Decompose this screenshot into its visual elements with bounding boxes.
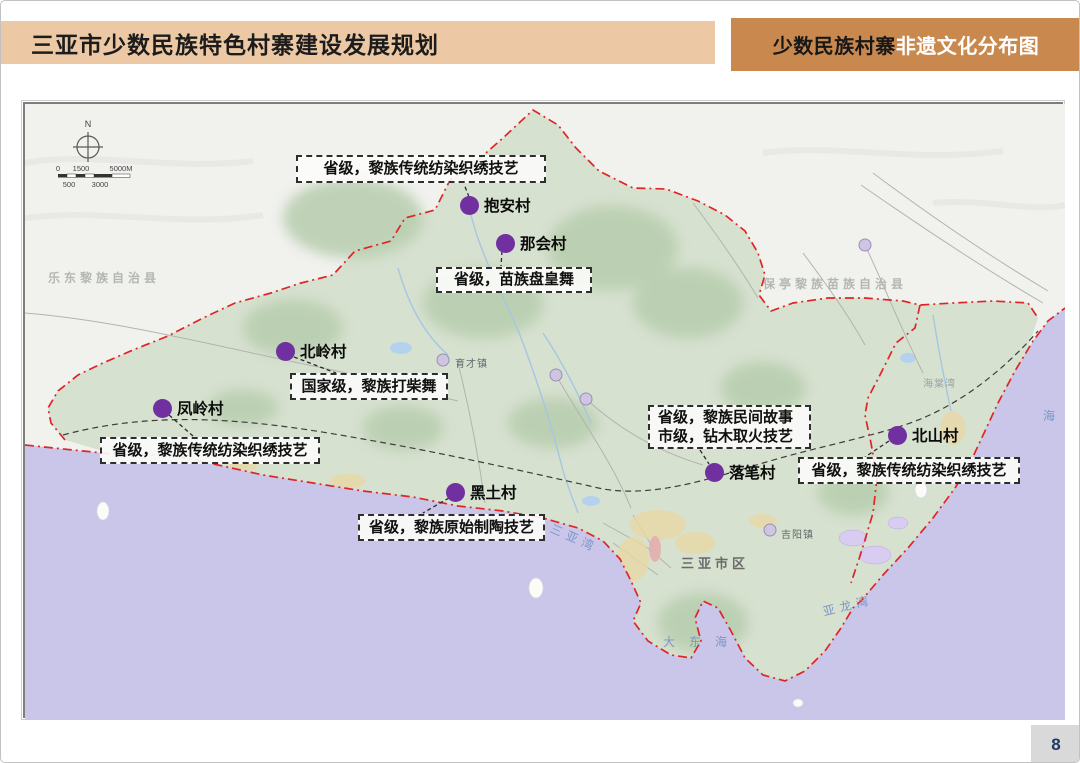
heritage-callout-line: 国家级，黎族打柴舞 <box>300 377 438 397</box>
region-label: 海棠湾 <box>923 375 956 390</box>
village-label: 北山村 <box>912 424 959 446</box>
region-label: 保亭黎族苗族自治县 <box>763 275 907 292</box>
village-marker-nahui: 那会村 <box>496 232 567 254</box>
heritage-callout-line: 省级，黎族传统纺染织绣技艺 <box>808 461 1010 481</box>
village-marker-beiling: 北岭村 <box>276 340 347 362</box>
village-dot-icon <box>888 426 907 445</box>
village-dot-icon <box>446 483 465 502</box>
region-label: 亚龙湾 <box>821 591 875 620</box>
region-label: 乐东黎族自治县 <box>48 269 160 286</box>
village-dot-icon <box>276 342 295 361</box>
heritage-callout: 省级，黎族原始制陶技艺 <box>358 514 545 541</box>
village-label: 那会村 <box>520 232 567 254</box>
header-bar: 三亚市少数民族特色村寨建设发展规划 <box>1 21 715 64</box>
region-label: 三亚市区 <box>681 553 749 572</box>
heritage-callout-line: 省级，黎族传统纺染织绣技艺 <box>306 159 536 179</box>
village-dot-icon <box>460 196 479 215</box>
village-marker-heitu: 黑土村 <box>446 481 517 503</box>
map-tag-box: 少数民族村寨非遗文化分布图 <box>731 18 1080 71</box>
village-label: 凤岭村 <box>177 397 224 419</box>
heritage-callout-line: 省级，黎族原始制陶技艺 <box>368 518 535 538</box>
heritage-callout-line: 市级，钻木取火技艺 <box>658 427 801 447</box>
heritage-callout: 省级，苗族盘皇舞 <box>436 267 592 293</box>
heritage-callout: 省级，黎族传统纺染织绣技艺 <box>100 437 320 464</box>
village-label: 落笔村 <box>729 461 776 483</box>
village-marker-fengling: 凤岭村 <box>153 397 224 419</box>
heritage-callout: 省级，黎族民间故事市级，钻木取火技艺 <box>648 405 811 449</box>
village-dot-icon <box>705 463 724 482</box>
village-label: 北岭村 <box>300 340 347 362</box>
page-number: 8 <box>1051 735 1060 755</box>
region-label: 三亚湾 <box>548 520 602 556</box>
region-label: 大东海 <box>663 633 741 650</box>
region-label: 吉阳镇 <box>781 526 814 541</box>
village-dot-icon <box>153 399 172 418</box>
heritage-callout: 省级，黎族传统纺染织绣技艺 <box>798 457 1020 484</box>
map-tag-prefix: 少数民族村寨 <box>773 30 896 59</box>
heritage-callout: 国家级，黎族打柴舞 <box>290 373 448 400</box>
village-marker-beishan: 北山村 <box>888 424 959 446</box>
village-label: 抱安村 <box>484 194 531 216</box>
map-canvas: N 0 1500 5000M 500 3000 乐东黎族自治县保亭黎族苗族自治县… <box>23 102 1063 718</box>
region-label: 海 <box>1043 407 1060 424</box>
village-label: 黑土村 <box>470 481 517 503</box>
page-number-badge: 8 <box>1031 725 1080 763</box>
heritage-callout: 省级，黎族传统纺染织绣技艺 <box>296 155 546 183</box>
heritage-callout-line: 省级，苗族盘皇舞 <box>446 270 582 290</box>
heritage-callout-line: 省级，黎族传统纺染织绣技艺 <box>110 441 310 461</box>
heritage-callout-line: 省级，黎族民间故事 <box>658 408 801 428</box>
village-marker-luobi: 落笔村 <box>705 461 776 483</box>
slide: 三亚市少数民族特色村寨建设发展规划 少数民族村寨非遗文化分布图 <box>0 0 1080 763</box>
map-overlay: 乐东黎族自治县保亭黎族苗族自治县三亚市区育才镇吉阳镇海棠湾三亚湾大东海亚龙湾海省… <box>25 104 1061 716</box>
map-tag-main: 非遗文化分布图 <box>896 30 1040 59</box>
village-dot-icon <box>496 234 515 253</box>
village-marker-baoan: 抱安村 <box>460 194 531 216</box>
page-title: 三亚市少数民族特色村寨建设发展规划 <box>31 26 439 60</box>
region-label: 育才镇 <box>455 355 488 370</box>
